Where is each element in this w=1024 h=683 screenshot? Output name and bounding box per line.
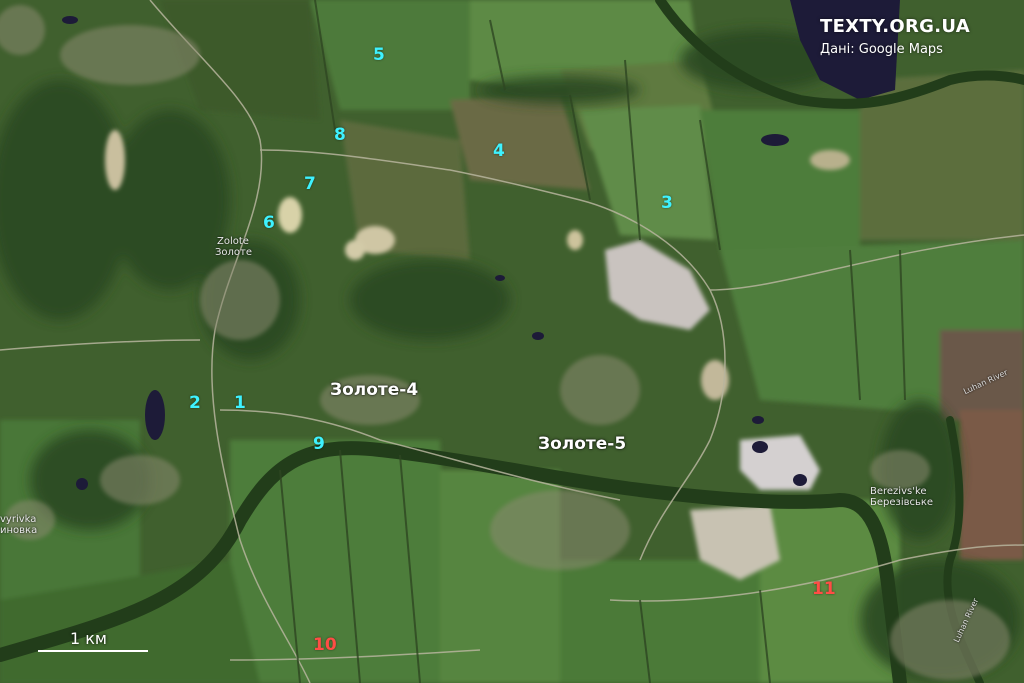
scale-bar-label: 1 км <box>70 629 107 648</box>
place-label-berezivske-cyrillic: Березівське <box>870 497 934 508</box>
marker-6[interactable]: 6 <box>263 213 275 233</box>
town-label-zolote-5: Золоте-5 <box>538 434 627 454</box>
scale-bar <box>38 650 148 652</box>
place-label-west-latin: vyrivka <box>0 514 37 525</box>
satellite-terrain <box>0 0 1024 683</box>
data-source-caption: Дані: Google Maps <box>820 42 943 57</box>
place-label-berezivske-latin: Berezivs'ke <box>870 486 927 497</box>
marker-10[interactable]: 10 <box>313 635 337 655</box>
satellite-map: TEXTY.ORG.UA Дані: Google Maps Золоте-4 … <box>0 0 1024 683</box>
marker-3[interactable]: 3 <box>661 193 673 213</box>
town-label-zolote-4: Золоте-4 <box>330 380 419 400</box>
marker-11[interactable]: 11 <box>812 579 836 599</box>
marker-9[interactable]: 9 <box>313 434 325 454</box>
marker-8[interactable]: 8 <box>334 125 346 145</box>
place-label-zolote-latin: Zolote <box>217 236 249 247</box>
site-title: TEXTY.ORG.UA <box>820 16 970 37</box>
place-label-zolote-cyrillic: Золоте <box>215 247 253 258</box>
marker-7[interactable]: 7 <box>304 174 316 194</box>
marker-4[interactable]: 4 <box>493 141 505 161</box>
marker-2[interactable]: 2 <box>189 393 201 413</box>
marker-5[interactable]: 5 <box>373 45 385 65</box>
place-label-west-cyrillic: иновка <box>0 525 38 536</box>
marker-1[interactable]: 1 <box>234 393 246 413</box>
